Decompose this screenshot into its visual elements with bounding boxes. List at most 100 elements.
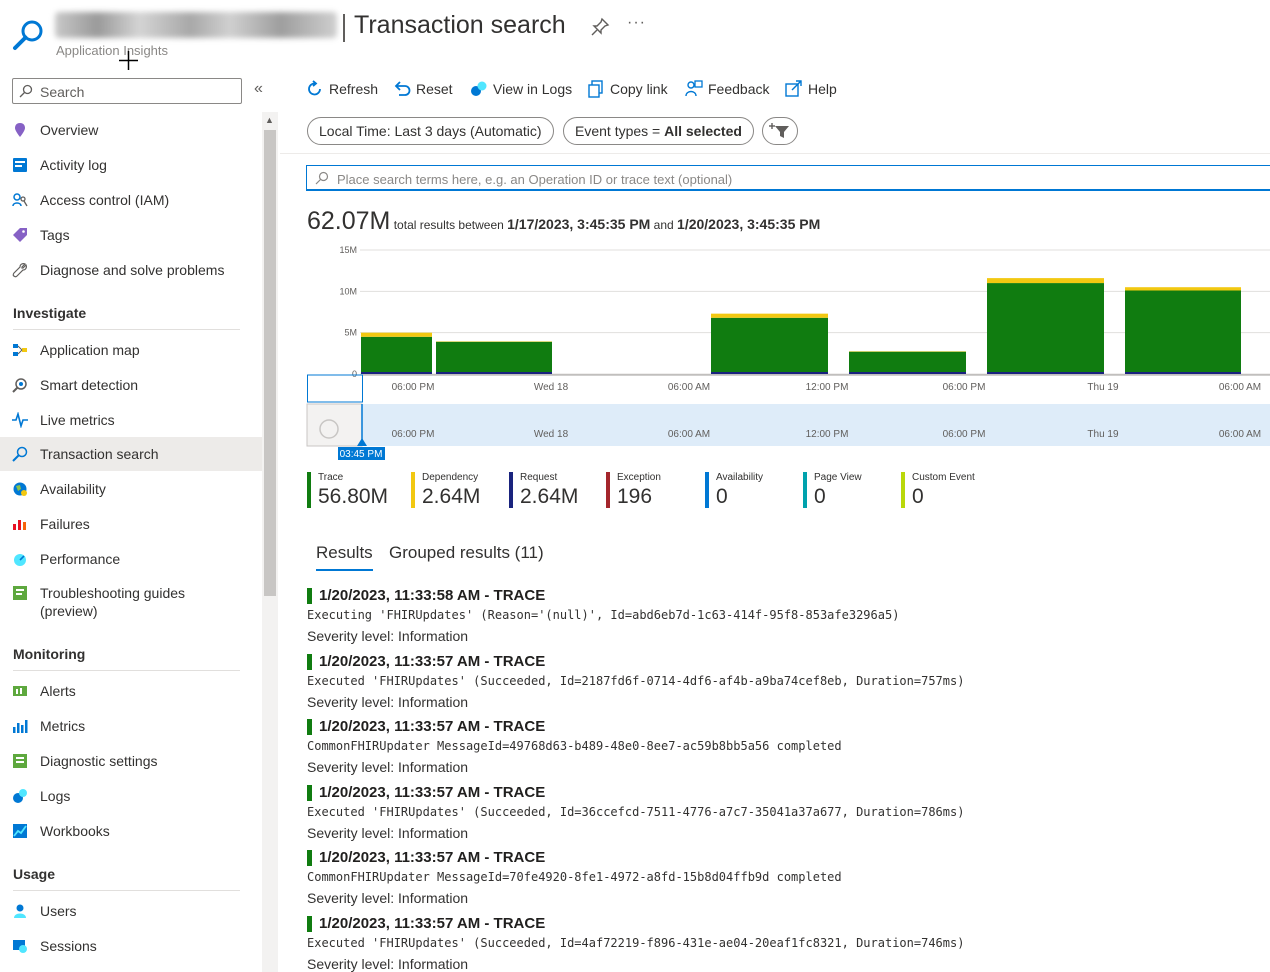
summary-start-date: 1/17/2023, 3:45:35 PM — [507, 216, 651, 232]
summary-end-date: 1/20/2023, 3:45:35 PM — [677, 216, 821, 232]
section-usage: Usage — [13, 866, 56, 882]
workbooks-icon — [13, 824, 27, 838]
more-options-icon[interactable]: ··· — [627, 14, 646, 32]
legend-name: Exception — [617, 472, 661, 483]
search-icon — [12, 446, 28, 462]
access-control-icon — [12, 193, 28, 207]
alerts-icon — [13, 686, 27, 696]
sidebar-item-users[interactable]: Users — [0, 894, 262, 928]
sidebar-item-logs[interactable]: Logs — [0, 779, 262, 813]
legend-value: 196 — [617, 485, 653, 508]
add-filter-button[interactable] — [762, 117, 798, 145]
refresh-icon — [308, 80, 321, 96]
event-histogram-chart[interactable]: 15M 10M 5M 0 06:00 PM Wed 18 06:00 AM 12:00 PM 0… — [300, 240, 1270, 465]
result-severity: Severity level: Information — [307, 890, 469, 906]
sidebar-item-overview[interactable]: Overview — [0, 113, 262, 147]
result-row[interactable]: 1/20/2023, 11:33:58 AM - TRACE Executing … — [307, 586, 1267, 648]
legend-value: 0 — [716, 485, 728, 508]
scroll-up-arrow-icon[interactable]: ▲ — [265, 115, 274, 125]
globe-icon — [13, 482, 27, 496]
result-row[interactable]: 1/20/2023, 11:33:57 AM - TRACE Executed '… — [307, 783, 1267, 845]
x-tick-label: 12:00 PM — [806, 382, 849, 393]
mouse-cursor-icon — [119, 51, 138, 70]
navigator-tick-label: 06:00 PM — [943, 429, 986, 440]
pulse-icon — [12, 412, 28, 428]
event-types-filter[interactable]: Event types = All selected — [563, 117, 754, 145]
sidebar-item-access-control[interactable]: Access control (IAM) — [0, 183, 262, 217]
trace-marker — [307, 654, 312, 670]
section-investigate: Investigate — [13, 305, 87, 321]
sidebar-item-tags[interactable]: Tags — [0, 218, 262, 252]
result-row[interactable]: 1/20/2023, 11:33:57 AM - TRACE Executed '… — [307, 652, 1267, 714]
bar-request — [436, 372, 552, 374]
external-link-icon — [785, 80, 802, 97]
sidebar-item-alerts[interactable]: Alerts — [0, 674, 262, 708]
result-severity: Severity level: Information — [307, 628, 469, 644]
sidebar-scrollbar-thumb[interactable] — [264, 130, 276, 596]
copy-icon — [588, 80, 603, 98]
time-range-filter[interactable]: Local Time: Last 3 days (Automatic) — [307, 117, 554, 145]
tab-results[interactable]: Results — [316, 543, 373, 571]
trace-marker — [307, 785, 312, 801]
application-insights-icon — [13, 20, 43, 50]
tab-grouped-results[interactable]: Grouped results (11) — [389, 543, 544, 563]
sidebar-item-troubleshooting-guides[interactable]: Troubleshooting guides (preview) — [0, 576, 262, 626]
x-tick-label: 06:00 AM — [668, 382, 710, 393]
sidebar-item-transaction-search[interactable]: Transaction search — [0, 437, 262, 471]
sidebar-item-application-map[interactable]: Application map — [0, 333, 262, 367]
sidebar-item-performance[interactable]: Performance — [0, 542, 262, 576]
legend-name: Page View — [814, 472, 862, 483]
legend-color-swatch — [606, 472, 610, 508]
event-types-value: All selected — [664, 123, 742, 139]
bar-trace — [987, 283, 1104, 374]
legend-name: Trace — [318, 472, 344, 483]
navigator-handle — [306, 403, 363, 447]
activity-log-icon — [13, 158, 27, 172]
summary-between-text: total results between — [390, 218, 508, 232]
result-header: 1/20/2023, 11:33:57 AM - TRACE — [319, 718, 546, 735]
sidebar-item-smart-detection[interactable]: Smart detection — [0, 368, 262, 402]
pin-icon[interactable] — [590, 17, 610, 37]
result-header: 1/20/2023, 11:33:57 AM - TRACE — [319, 784, 546, 801]
search-icon — [19, 84, 33, 98]
sidebar-item-availability[interactable]: Availability — [0, 472, 262, 506]
sidebar-item-failures[interactable]: Failures — [0, 507, 262, 541]
section-divider — [13, 329, 240, 330]
bar-request — [1125, 372, 1241, 374]
filter-divider — [280, 153, 1270, 154]
result-row[interactable]: 1/20/2023, 11:33:57 AM - TRACE CommonFHIR… — [307, 848, 1267, 910]
collapse-sidebar-icon[interactable]: « — [254, 80, 263, 98]
result-severity: Severity level: Information — [307, 694, 469, 710]
guide-icon — [13, 586, 27, 600]
sidebar-item-sessions[interactable]: Sessions — [0, 929, 262, 963]
sidebar-item-metrics[interactable]: Metrics — [0, 709, 262, 743]
metrics-icon — [13, 720, 28, 733]
sidebar: Search « Overview Activity log Access co… — [0, 70, 263, 972]
trace-marker — [307, 916, 312, 932]
transaction-search-input[interactable]: Place search terms here, e.g. an Operati… — [306, 165, 1270, 191]
sidebar-item-workbooks[interactable]: Workbooks — [0, 814, 262, 848]
section-divider — [13, 670, 240, 671]
trace-marker — [307, 719, 312, 735]
section-monitoring: Monitoring — [13, 646, 86, 662]
reset-icon — [394, 81, 411, 96]
title-separator — [343, 14, 345, 42]
sidebar-item-diagnose[interactable]: Diagnose and solve problems — [0, 253, 262, 287]
result-message: Executed 'FHIRUpdates' (Succeeded, Id=21… — [307, 674, 965, 688]
result-header: 1/20/2023, 11:33:58 AM - TRACE — [319, 587, 546, 604]
bar-dependency — [361, 332, 432, 337]
result-row[interactable]: 1/20/2023, 11:33:57 AM - TRACE Executed '… — [307, 914, 1267, 972]
application-map-icon — [13, 344, 27, 356]
legend-name: Dependency — [422, 472, 479, 483]
sidebar-item-live-metrics[interactable]: Live metrics — [0, 403, 262, 437]
x-tick-label: Thu 19 — [1087, 382, 1119, 393]
sidebar-item-activity-log[interactable]: Activity log — [0, 148, 262, 182]
bar-request — [711, 372, 828, 374]
legend-value: 2.64M — [520, 485, 579, 508]
sidebar-search-input[interactable]: Search — [12, 78, 242, 104]
results-summary: 62.07M total results between 1/17/2023, … — [307, 207, 820, 236]
result-row[interactable]: 1/20/2023, 11:33:57 AM - TRACE CommonFHIR… — [307, 717, 1267, 779]
page-title: Transaction search — [354, 11, 566, 39]
sidebar-item-diagnostic-settings[interactable]: Diagnostic settings — [0, 744, 262, 778]
legend-value: 2.64M — [422, 485, 481, 508]
